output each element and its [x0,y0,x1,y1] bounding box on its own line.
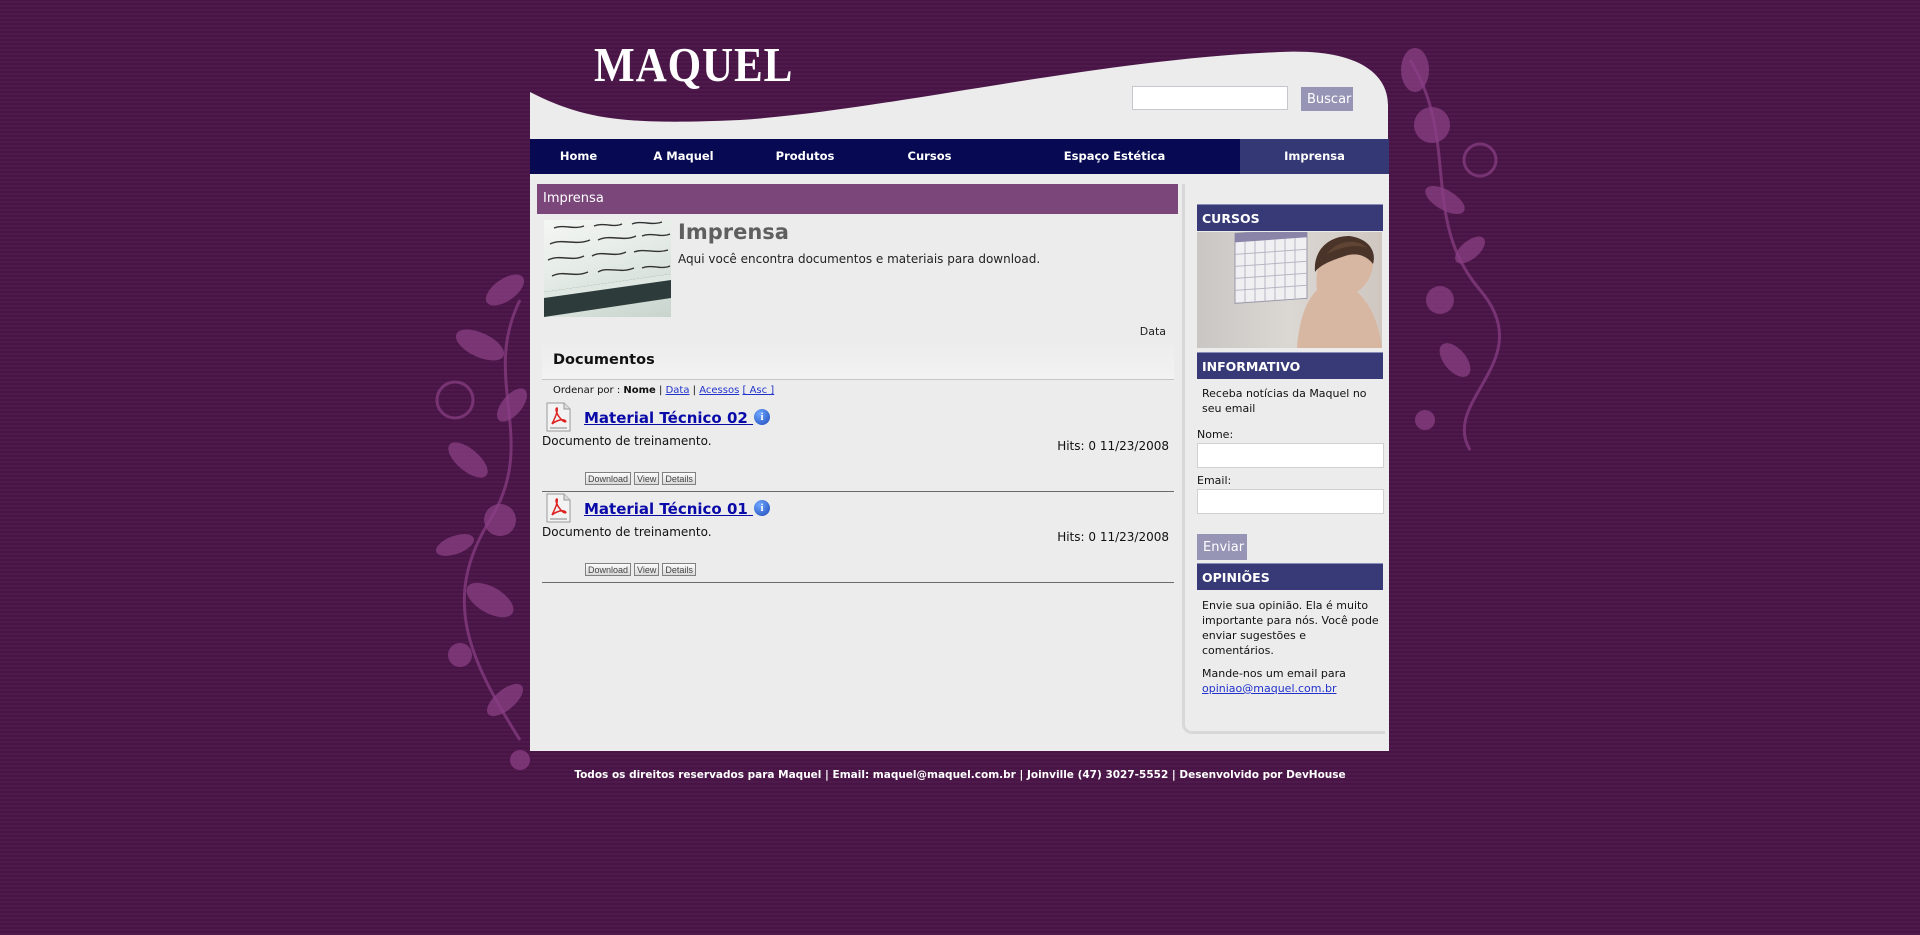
opinion-text: Envie sua opinião. Ela é muito important… [1202,599,1379,657]
pdf-icon[interactable] [546,493,571,523]
documents-title: Documentos [553,352,655,368]
document-title-link[interactable]: Material Técnico 02 i [584,409,771,427]
opinion-email-link[interactable]: opiniao@maquel.com.br [1202,682,1337,695]
press-documents-image [544,220,671,317]
details-button[interactable]: Details [662,563,696,576]
document-title-text[interactable]: Material Técnico 01 [584,500,748,518]
cursos-header: CURSOS [1197,204,1383,231]
document-hits-date: Hits: 0 11/23/2008 [1057,530,1169,544]
document-item: Material Técnico 01 i Documento de trein… [542,491,1174,583]
header: MAQUEL Buscar [530,0,1389,139]
main-column: Imprensa Imprensa Aqui você encontra doc… [537,184,1178,583]
download-button[interactable]: Download [585,563,632,576]
order-by-date-link[interactable]: Data [666,385,690,396]
search-button[interactable]: Buscar [1301,87,1353,111]
name-label: Nome: [1197,428,1234,441]
nav-produtos[interactable]: Produtos [740,139,870,174]
pdf-icon[interactable] [546,402,571,432]
details-button[interactable]: Details [662,472,696,485]
maquel-logo[interactable]: MAQUEL [594,36,793,93]
opinioes-header: OPINIÕES [1197,563,1383,590]
date-column-header: Data [1139,325,1166,338]
nav-imprensa[interactable]: Imprensa [1240,139,1389,174]
info-icon[interactable]: i [754,500,771,516]
order-by-hits-link[interactable]: Acessos [699,385,739,396]
informativo-header: INFORMATIVO [1197,352,1383,379]
order-separator: | [692,385,697,396]
newsletter-text: Receba notícias da Maquel no seu email [1202,387,1367,415]
order-direction-link[interactable]: [ Asc ] [742,385,774,396]
nav-cursos[interactable]: Cursos [870,139,989,174]
section-header: Imprensa [537,184,1178,214]
document-description: Documento de treinamento. [542,434,712,448]
content-area: Imprensa Imprensa Aqui você encontra doc… [530,174,1389,751]
cursos-banner-image[interactable] [1197,232,1382,348]
newsletter-name-field[interactable] [1197,443,1384,468]
opinion-mail-prompt: Mande-nos um email para [1202,667,1346,680]
site-container: MAQUEL Buscar Home A Maquel Produtos Cur… [530,0,1389,751]
download-button[interactable]: Download [585,472,632,485]
order-current: Nome [623,385,656,396]
order-label: Ordenar por : [553,385,621,396]
newsletter-email-field[interactable] [1197,489,1384,514]
info-icon[interactable]: i [754,409,771,425]
main-navigation: Home A Maquel Produtos Cursos Espaço Est… [530,139,1389,174]
order-bar: Ordenar por : Nome | Data | Acessos [ As… [553,385,774,396]
document-item: Material Técnico 02 i Documento de trein… [542,400,1174,492]
order-separator: | [659,385,663,396]
search-input[interactable] [1132,86,1288,110]
document-hits-date: Hits: 0 11/23/2008 [1057,439,1169,453]
sidebar: CURSOS INFORMATIVO Receba notícias da Ma… [1182,184,1385,734]
nav-home[interactable]: Home [530,139,627,174]
footer-text: Todos os direitos reservados para Maquel… [574,769,1346,781]
document-title-text[interactable]: Material Técnico 02 [584,409,748,427]
nav-a-maquel[interactable]: A Maquel [627,139,740,174]
intro-title: Imprensa [678,220,789,244]
document-description: Documento de treinamento. [542,525,712,539]
document-actions: Download View Details [585,472,696,485]
documents-header: Documentos [542,340,1174,380]
newsletter-submit-button[interactable]: Enviar [1197,534,1247,560]
view-button[interactable]: View [634,472,660,485]
intro-description: Aqui você encontra documentos e materiai… [678,252,1041,266]
document-actions: Download View Details [585,563,696,576]
opinion-mail-block: Mande-nos um email para opiniao@maquel.c… [1202,666,1380,696]
email-label: Email: [1197,474,1232,487]
view-button[interactable]: View [634,563,660,576]
document-title-link[interactable]: Material Técnico 01 i [584,500,771,518]
nav-espaco-estetica[interactable]: Espaço Estética [989,139,1240,174]
